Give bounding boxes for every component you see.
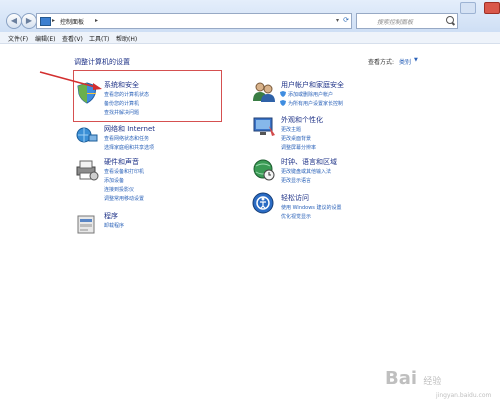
view-by-select[interactable]: 类别 — [399, 57, 411, 66]
menu-tools[interactable]: 工具(T) — [89, 34, 109, 43]
link-connect-projector[interactable]: 连接到投影仪 — [104, 186, 134, 193]
address-bar[interactable]: ▸ 控制面板 ▸ ▾ ⟳ — [36, 13, 352, 29]
search-box[interactable]: 搜索控制面板 — [356, 13, 458, 29]
link-parental-controls[interactable]: 为所有用户设置家长控制 — [288, 100, 343, 107]
shield-small-icon — [280, 91, 286, 99]
globe-clock-icon[interactable] — [252, 158, 276, 184]
appearance-icon[interactable] — [252, 116, 276, 140]
link-add-remove-accounts[interactable]: 添加或删除用户帐户 — [288, 91, 333, 98]
view-by-dropdown-icon[interactable]: ▼ — [414, 57, 418, 63]
breadcrumb-control-panel[interactable]: 控制面板 — [60, 17, 84, 26]
page-title: 调整计算机的设置 — [74, 58, 130, 66]
shield-small-icon — [280, 100, 286, 108]
network-icon[interactable] — [76, 126, 98, 148]
category-clock-language-region[interactable]: 时钟、语言和区域 — [281, 157, 337, 167]
users-icon[interactable] — [252, 81, 276, 105]
link-windows-suggested-settings[interactable]: 使用 Windows 建议的设置 — [281, 204, 342, 211]
watermark-sub: 经验 — [423, 377, 442, 387]
watermark-logo-text: Bai — [385, 368, 418, 389]
menu-help[interactable]: 帮助(H) — [116, 34, 137, 43]
link-mobility-settings[interactable]: 调整常用移动设置 — [104, 195, 144, 202]
category-appearance[interactable]: 外观和个性化 — [281, 115, 323, 125]
category-user-accounts[interactable]: 用户帐户和家庭安全 — [281, 80, 344, 90]
link-add-device[interactable]: 添加设备 — [104, 177, 124, 184]
menu-file[interactable]: 文件(F) — [8, 34, 28, 43]
link-screen-resolution[interactable]: 调整屏幕分辨率 — [281, 144, 316, 151]
link-display-language[interactable]: 更改显示语言 — [281, 177, 311, 184]
link-optimize-visual[interactable]: 优化视觉显示 — [281, 213, 311, 220]
menu-edit[interactable]: 编辑(E) — [35, 34, 55, 43]
printer-icon[interactable] — [75, 159, 99, 183]
back-button[interactable]: ◀ — [6, 13, 22, 29]
menu-bar: 文件(F) 编辑(E) 查看(V) 工具(T) 帮助(H) — [0, 32, 500, 44]
link-network-status[interactable]: 查看网络状态和任务 — [104, 135, 149, 142]
back-arrow-icon: ◀ — [10, 16, 18, 25]
forward-arrow-icon: ▶ — [25, 16, 33, 25]
breadcrumb-separator-icon: ▸ — [52, 17, 56, 24]
ease-access-icon[interactable] — [252, 192, 274, 216]
programs-icon[interactable] — [76, 213, 98, 237]
forward-button[interactable]: ▶ — [21, 13, 37, 29]
refresh-icon[interactable]: ⟳ — [343, 16, 349, 24]
link-devices-printers[interactable]: 查看设备和打印机 — [104, 168, 144, 175]
link-homegroup-sharing[interactable]: 选择家庭组和共享选项 — [104, 144, 154, 151]
link-change-theme[interactable]: 更改主题 — [281, 126, 301, 133]
search-icon[interactable] — [446, 16, 454, 24]
link-uninstall-program[interactable]: 卸载程序 — [104, 222, 124, 229]
link-input-methods[interactable]: 更改键盘或其他输入法 — [281, 168, 331, 175]
address-dropdown-icon[interactable]: ▾ — [336, 17, 339, 24]
close-button[interactable] — [484, 2, 500, 14]
minimize-button[interactable] — [460, 2, 476, 14]
baidu-watermark: Bai 经验 — [385, 368, 441, 389]
category-network-internet[interactable]: 网络和 Internet — [104, 124, 155, 134]
watermark-url: jingyan.baidu.com — [436, 392, 492, 399]
control-panel-icon — [40, 17, 51, 26]
link-desktop-background[interactable]: 更改桌面背景 — [281, 135, 311, 142]
category-hardware-sound[interactable]: 硬件和声音 — [104, 157, 139, 167]
search-placeholder: 搜索控制面板 — [377, 19, 414, 26]
category-programs[interactable]: 程序 — [104, 211, 118, 221]
highlight-box — [73, 70, 222, 122]
view-by-label: 查看方式: — [368, 59, 395, 66]
breadcrumb-separator-icon[interactable]: ▸ — [95, 17, 98, 24]
category-ease-of-access[interactable]: 轻松访问 — [281, 193, 309, 203]
menu-view[interactable]: 查看(V) — [62, 34, 83, 43]
